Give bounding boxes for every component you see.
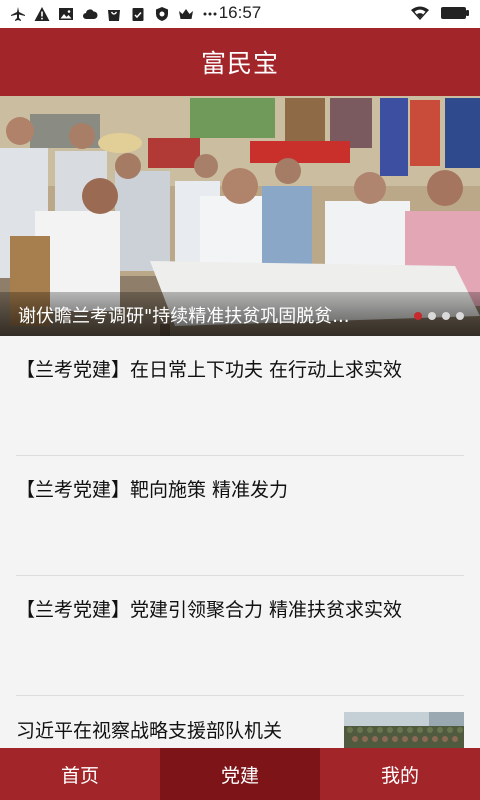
news-item[interactable]: 【兰考党建】党建引领聚合力 精准扶贫求实效 — [16, 576, 464, 696]
carousel-dot[interactable] — [428, 312, 436, 320]
news-title: 【兰考党建】在日常上下功夫 在行动上求实效 — [16, 359, 403, 381]
banner-caption[interactable]: 谢伏瞻兰考调研"持续精准扶贫巩固脱贫... — [18, 302, 388, 328]
news-thumbnail — [344, 712, 464, 748]
carousel-dot[interactable] — [456, 312, 464, 320]
news-title: 【兰考党建】靶向施策 精准发力 — [16, 479, 289, 501]
news-item[interactable]: 【兰考党建】在日常上下功夫 在行动上求实效 — [16, 336, 464, 456]
tab-home[interactable]: 首页 — [0, 748, 160, 800]
battery-icon — [440, 5, 470, 25]
news-title: 【兰考党建】党建引领聚合力 精准扶贫求实效 — [16, 599, 403, 621]
status-time: 16:57 — [218, 3, 262, 22]
carousel-dot[interactable] — [414, 312, 422, 320]
news-item[interactable]: 习近平在视察战略支援部队机关 — [16, 696, 464, 748]
news-item[interactable]: 【兰考党建】靶向施策 精准发力 — [16, 456, 464, 576]
carousel-indicator — [414, 312, 464, 320]
news-title: 习近平在视察战略支援部队机关 — [16, 720, 283, 742]
status-bar: 16:57 — [0, 0, 480, 28]
news-list: 【兰考党建】在日常上下功夫 在行动上求实效 【兰考党建】靶向施策 精准发力 【兰… — [0, 336, 480, 748]
app-header: 富民宝 — [0, 28, 480, 96]
banner-carousel[interactable]: 谢伏瞻兰考调研"持续精准扶贫巩固脱贫... — [0, 96, 480, 336]
page-title: 富民宝 — [200, 49, 279, 78]
bottom-nav: 首页 党建 我的 — [0, 748, 480, 800]
tab-party-building[interactable]: 党建 — [160, 748, 320, 800]
carousel-dot[interactable] — [442, 312, 450, 320]
wifi-icon — [410, 5, 430, 25]
tab-mine[interactable]: 我的 — [320, 748, 480, 800]
